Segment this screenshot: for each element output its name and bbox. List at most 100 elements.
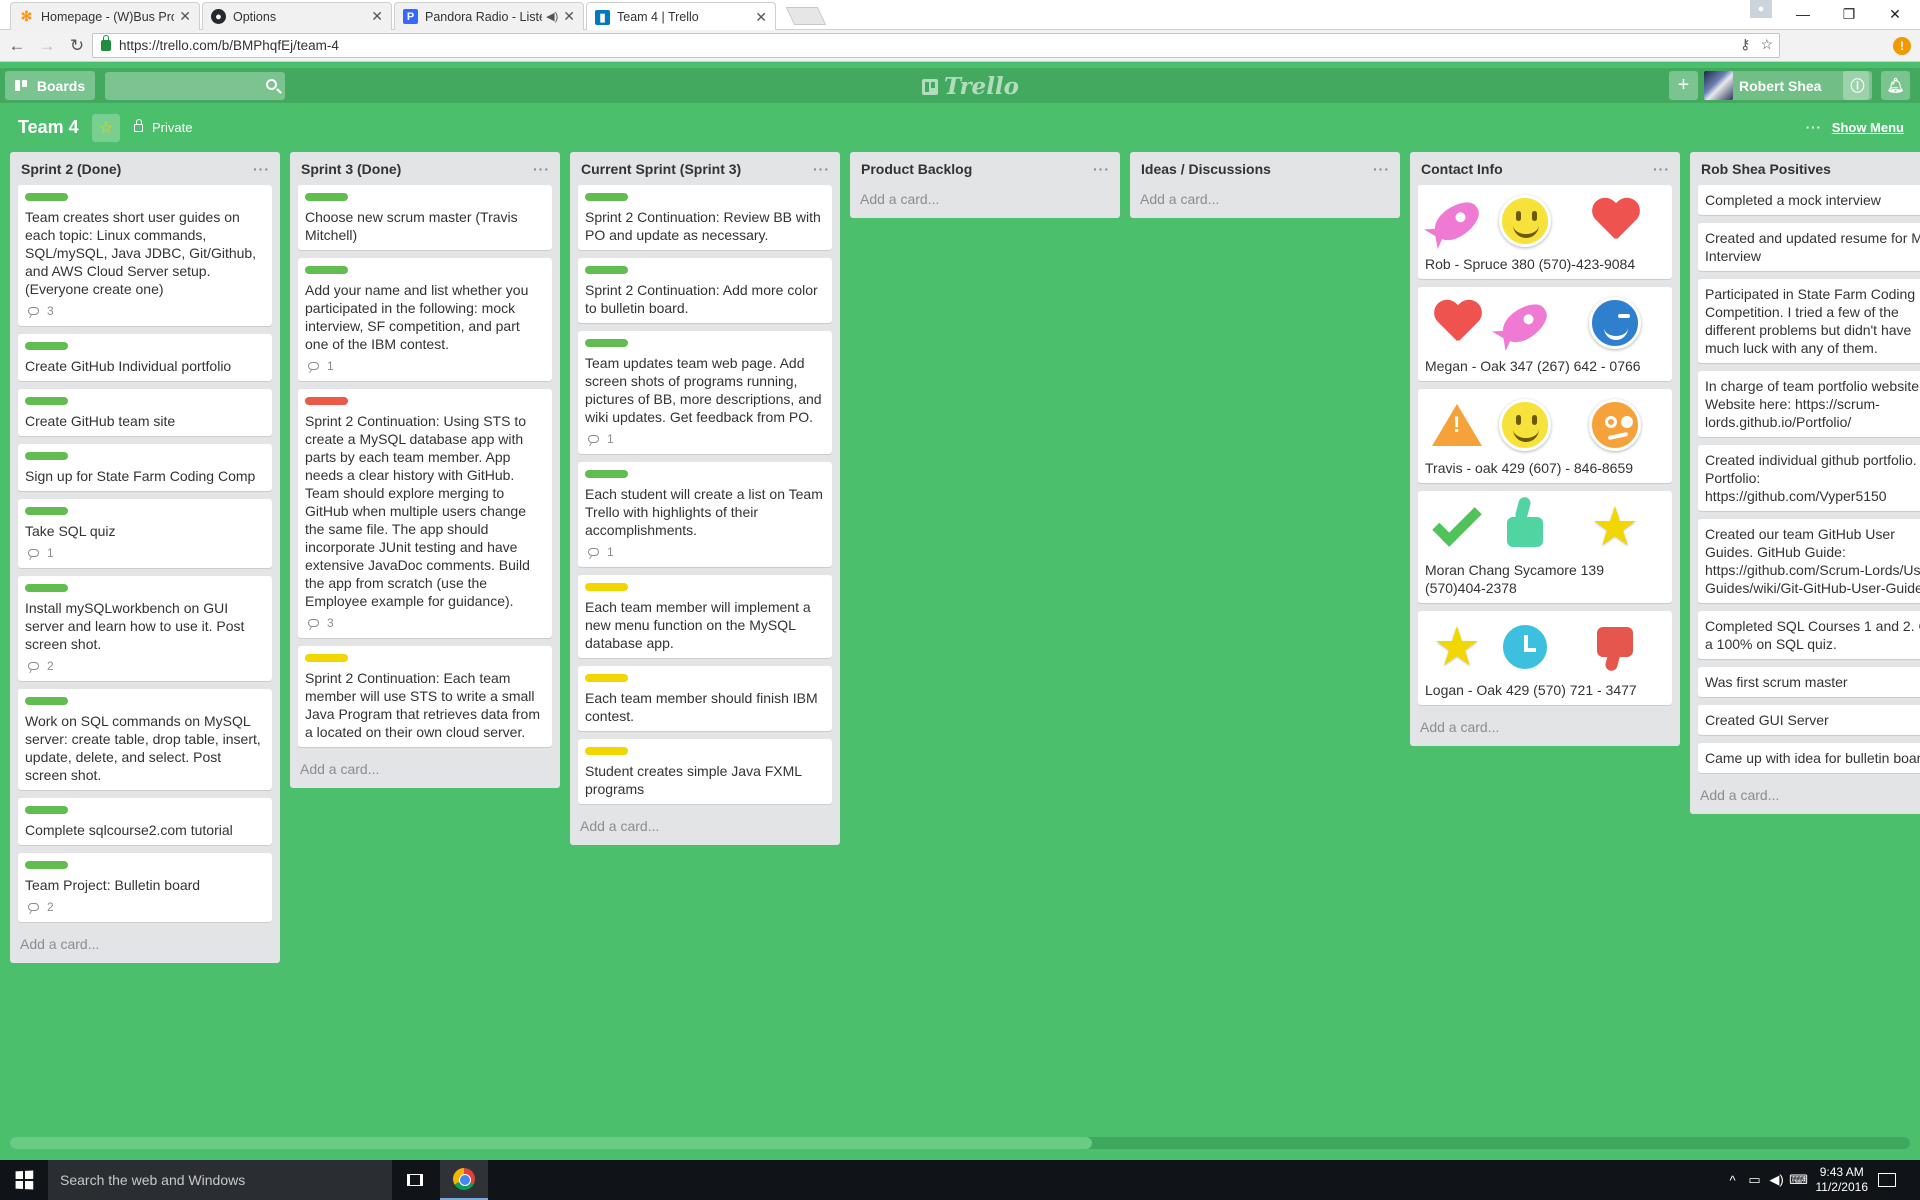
- card[interactable]: Install mySQLworkbench on GUI server and…: [18, 576, 272, 681]
- card[interactable]: Sprint 2 Continuation: Add more color to…: [578, 258, 832, 323]
- minimize-window-button[interactable]: —: [1780, 0, 1826, 28]
- card[interactable]: Created our team GitHub User Guides. Git…: [1698, 519, 1920, 603]
- add-card-button[interactable]: Add a card...: [570, 812, 840, 845]
- close-tab-icon[interactable]: ✕: [755, 9, 767, 26]
- close-tab-icon[interactable]: ✕: [563, 8, 575, 25]
- card[interactable]: Created GUI Server: [1698, 705, 1920, 735]
- taskbar-clock[interactable]: 9:43 AM 11/2/2016: [1816, 1165, 1869, 1195]
- new-tab-button[interactable]: [785, 7, 827, 25]
- action-center-icon[interactable]: [1878, 1173, 1896, 1187]
- list-header[interactable]: Current Sprint (Sprint 3) ···: [570, 152, 840, 185]
- browser-tab-github[interactable]: ● Options ✕: [202, 2, 392, 30]
- add-card-button[interactable]: Add a card...: [1690, 781, 1920, 814]
- browser-tab-trello[interactable]: ▮ Team 4 | Trello ✕: [586, 2, 776, 31]
- browser-profile-icon[interactable]: ●: [1750, 0, 1772, 18]
- card[interactable]: Each team member should finish IBM conte…: [578, 666, 832, 731]
- forward-arrow-icon[interactable]: →: [34, 33, 60, 59]
- notifications-bell-icon[interactable]: 🔔︎: [1881, 71, 1910, 100]
- card[interactable]: Sign up for State Farm Coding Comp: [18, 444, 272, 491]
- taskbar-chrome-button[interactable]: [440, 1160, 488, 1200]
- card[interactable]: Team Project: Bulletin board 2: [18, 853, 272, 922]
- card[interactable]: Each team member will implement a new me…: [578, 575, 832, 658]
- add-card-button[interactable]: Add a card...: [1410, 713, 1680, 746]
- volume-icon[interactable]: ◀): [1766, 1172, 1788, 1188]
- bookmark-star-icon[interactable]: ☆: [1760, 36, 1773, 53]
- list-title[interactable]: Rob Shea Positives: [1701, 161, 1831, 177]
- show-menu-button[interactable]: ··· Show Menu: [1806, 120, 1904, 135]
- network-icon[interactable]: ▭: [1744, 1172, 1766, 1188]
- list-title[interactable]: Product Backlog: [861, 161, 972, 177]
- card[interactable]: Created individual github portfolio. Por…: [1698, 445, 1920, 511]
- card[interactable]: Create GitHub Individual portfolio: [18, 334, 272, 381]
- list-menu-icon[interactable]: ···: [1653, 161, 1670, 177]
- task-view-icon[interactable]: [402, 1170, 428, 1190]
- search-icon[interactable]: [266, 79, 277, 90]
- board-visibility-button[interactable]: Private: [134, 118, 192, 135]
- add-card-button[interactable]: Add a card...: [1130, 185, 1400, 218]
- list-title[interactable]: Sprint 2 (Done): [21, 161, 121, 177]
- list-menu-icon[interactable]: ···: [1373, 161, 1390, 177]
- card[interactable]: Megan - Oak 347 (267) 642 - 0766: [1418, 287, 1672, 381]
- list-header[interactable]: Rob Shea Positives···: [1690, 152, 1920, 185]
- browser-tab-wbus[interactable]: ✻ Homepage - (W)Bus Pro ✕: [10, 2, 200, 30]
- list-title[interactable]: Current Sprint (Sprint 3): [581, 161, 741, 177]
- card[interactable]: Create GitHub team site: [18, 389, 272, 436]
- star-board-icon[interactable]: ☆: [92, 114, 120, 142]
- card[interactable]: Work on SQL commands on MySQL server: cr…: [18, 689, 272, 790]
- card[interactable]: ★ Logan - Oak 429 (570) 721 - 3477: [1418, 611, 1672, 705]
- card[interactable]: Take SQL quiz 1: [18, 499, 272, 568]
- close-window-button[interactable]: ✕: [1872, 0, 1918, 28]
- list-header[interactable]: Contact Info ···: [1410, 152, 1680, 185]
- card[interactable]: In charge of team portfolio website. Web…: [1698, 371, 1920, 437]
- card[interactable]: Was first scrum master: [1698, 667, 1920, 697]
- browser-tab-pandora[interactable]: P Pandora Radio - Listen ◀) ✕: [394, 2, 584, 30]
- boards-button[interactable]: Boards: [5, 71, 95, 100]
- close-tab-icon[interactable]: ✕: [371, 8, 383, 25]
- card[interactable]: Team creates short user guides on each t…: [18, 185, 272, 326]
- board-search-input[interactable]: [105, 72, 285, 100]
- card[interactable]: Completed SQL Courses 1 and 2. Got a 100…: [1698, 611, 1920, 659]
- list-header[interactable]: Ideas / Discussions ···: [1130, 152, 1400, 185]
- add-card-button[interactable]: Add a card...: [850, 185, 1120, 218]
- card[interactable]: Complete sqlcourse2.com tutorial: [18, 798, 272, 845]
- trello-logo[interactable]: Trello: [922, 73, 1019, 100]
- card[interactable]: Travis - oak 429 (607) - 846-8659: [1418, 389, 1672, 483]
- extension-alert-icon[interactable]: !: [1893, 37, 1911, 55]
- card[interactable]: Sprint 2 Continuation: Review BB with PO…: [578, 185, 832, 250]
- list-menu-icon[interactable]: ···: [533, 161, 550, 177]
- back-arrow-icon[interactable]: ←: [4, 33, 30, 59]
- list-title[interactable]: Ideas / Discussions: [1141, 161, 1271, 177]
- scrollbar-thumb[interactable]: [10, 1137, 1092, 1149]
- close-tab-icon[interactable]: ✕: [179, 8, 191, 25]
- card[interactable]: Sprint 2 Continuation: Each team member …: [298, 646, 552, 747]
- card[interactable]: Sprint 2 Continuation: Using STS to crea…: [298, 389, 552, 638]
- list-title[interactable]: Contact Info: [1421, 161, 1503, 177]
- card[interactable]: Each student will create a list on Team …: [578, 462, 832, 567]
- add-card-button[interactable]: Add a card...: [290, 755, 560, 788]
- list-title[interactable]: Sprint 3 (Done): [301, 161, 401, 177]
- info-icon[interactable]: ⓘ: [1843, 71, 1872, 100]
- keyboard-icon[interactable]: ⌨: [1788, 1172, 1810, 1188]
- list-header[interactable]: Product Backlog ···: [850, 152, 1120, 185]
- add-card-button[interactable]: Add a card...: [10, 930, 280, 963]
- card[interactable]: ★ Moran Chang Sycamore 139 (570)404-2378: [1418, 491, 1672, 603]
- taskbar-search-input[interactable]: Search the web and Windows: [48, 1160, 392, 1200]
- list-header[interactable]: Sprint 2 (Done) ···: [10, 152, 280, 185]
- card[interactable]: Created and updated resume for Mock Inte…: [1698, 223, 1920, 271]
- card[interactable]: Choose new scrum master (Travis Mitchell…: [298, 185, 552, 250]
- audio-playing-icon[interactable]: ◀): [546, 10, 558, 23]
- add-button[interactable]: +: [1669, 71, 1698, 100]
- card[interactable]: Completed a mock interview: [1698, 185, 1920, 215]
- card[interactable]: Team updates team web page. Add screen s…: [578, 331, 832, 454]
- list-menu-icon[interactable]: ···: [813, 161, 830, 177]
- reload-icon[interactable]: ↻: [64, 33, 90, 59]
- windows-start-button[interactable]: [0, 1160, 48, 1200]
- card[interactable]: Rob - Spruce 380 (570)-423-9084: [1418, 185, 1672, 279]
- card[interactable]: Add your name and list whether you parti…: [298, 258, 552, 381]
- show-hidden-icons-chevron-icon[interactable]: ^: [1722, 1173, 1744, 1188]
- list-menu-icon[interactable]: ···: [1093, 161, 1110, 177]
- restore-window-button[interactable]: ❐: [1826, 0, 1872, 28]
- list-menu-icon[interactable]: ···: [253, 161, 270, 177]
- card[interactable]: Came up with idea for bulletin board: [1698, 743, 1920, 773]
- board-title[interactable]: Team 4: [18, 117, 79, 138]
